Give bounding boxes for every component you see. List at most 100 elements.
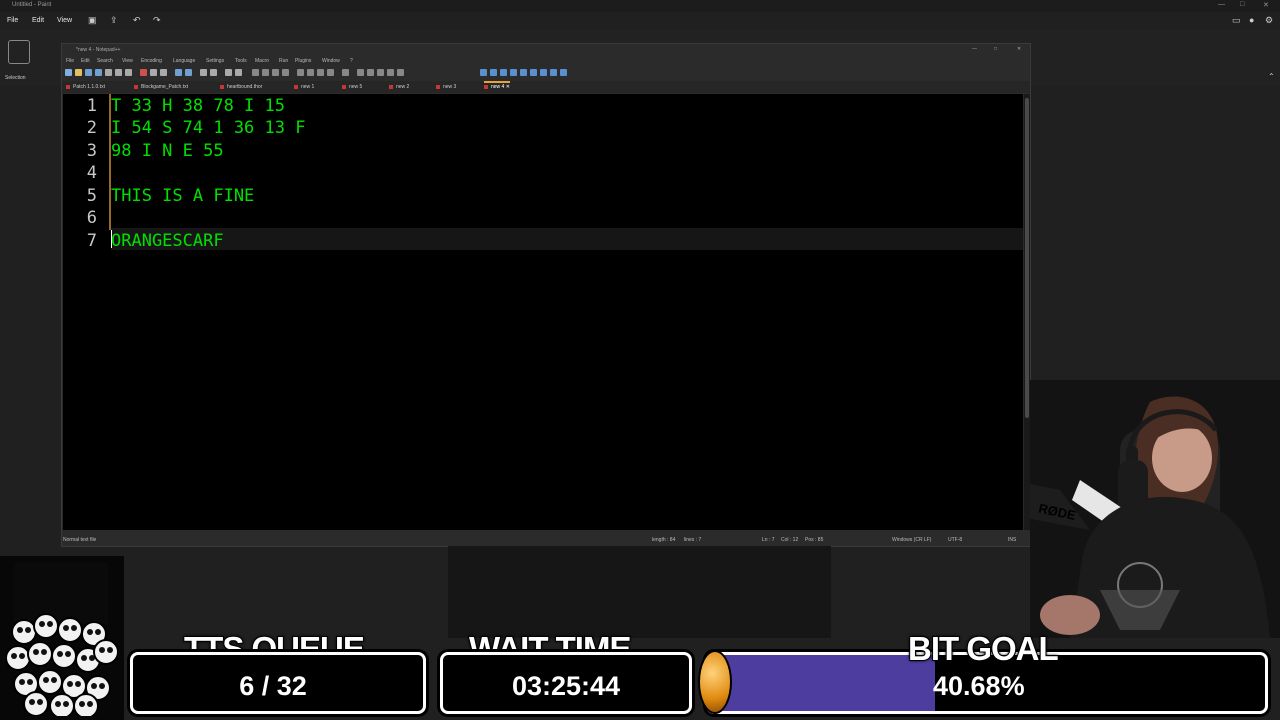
plugin-icon-1[interactable] — [480, 69, 487, 76]
close-file-icon[interactable] — [105, 69, 112, 76]
show-all-chars-icon[interactable] — [272, 69, 279, 76]
npp-menu-window[interactable]: Window — [322, 58, 340, 64]
line-number: 7 — [86, 231, 97, 251]
zoom-in-icon[interactable] — [225, 69, 232, 76]
save-macro-icon[interactable] — [397, 69, 404, 76]
emote-eye — [43, 677, 49, 683]
npp-menu-tools[interactable]: Tools — [235, 58, 247, 64]
editor-area[interactable]: 1 2 3 4 5 6 7 T 33 H 38 78 I 15 I 54 S 7… — [63, 94, 1023, 530]
code-line[interactable]: THIS IS A FINE — [111, 186, 254, 206]
tab-heartbound[interactable]: heartbound.thor — [220, 83, 262, 92]
paste-icon[interactable] — [160, 69, 167, 76]
plugin-icon-8[interactable] — [550, 69, 557, 76]
emote-eye — [79, 701, 85, 707]
cut-icon[interactable] — [140, 69, 147, 76]
npp-menu-help[interactable]: ? — [350, 58, 353, 64]
tab-new-2[interactable]: new 2 — [389, 83, 409, 92]
save-icon[interactable] — [85, 69, 92, 76]
chevron-up-icon[interactable]: ⌃ — [1268, 72, 1275, 81]
plugin-icon-2[interactable] — [490, 69, 497, 76]
comment-icon[interactable]: ▭ — [1232, 15, 1241, 26]
fold-icon[interactable] — [297, 69, 304, 76]
tab-label: Blockgame_Patch.txt — [141, 84, 188, 90]
emote-face — [23, 691, 49, 716]
print-icon[interactable] — [125, 69, 132, 76]
maximize-icon[interactable]: □ — [1240, 1, 1244, 8]
monitor-icon[interactable] — [342, 69, 349, 76]
scrollbar-thumb[interactable] — [1025, 98, 1029, 418]
folder-workspace-icon[interactable] — [327, 69, 334, 76]
code-line[interactable]: 98 I N E 55 — [111, 141, 224, 161]
word-wrap-icon[interactable] — [262, 69, 269, 76]
status-eol[interactable]: Windows (CR LF) — [892, 537, 931, 543]
npp-menu-settings[interactable]: Settings — [206, 58, 224, 64]
doc-map-icon[interactable] — [307, 69, 314, 76]
account-icon[interactable]: ● — [1249, 15, 1254, 25]
tab-new-3[interactable]: new 3 — [436, 83, 456, 92]
npp-menu-language[interactable]: Language — [173, 58, 195, 64]
stop-macro-icon[interactable] — [367, 69, 374, 76]
settings-icon[interactable]: ⚙ — [1265, 15, 1273, 26]
menu-file[interactable]: File — [7, 17, 18, 24]
tab-label: new 4 — [491, 84, 505, 90]
plugin-icon-4[interactable] — [510, 69, 517, 76]
emote-eye — [91, 683, 97, 689]
close-icon[interactable]: ✕ — [1263, 1, 1269, 9]
npp-maximize-icon[interactable]: □ — [994, 46, 997, 52]
tab-patch-1-1-0[interactable]: Patch 1.1.0.txt — [66, 83, 105, 92]
function-list-icon[interactable] — [317, 69, 324, 76]
wait-time-box: 03:25:44 — [440, 652, 692, 714]
save-icon[interactable]: ▣ — [88, 15, 97, 26]
new-file-icon[interactable] — [65, 69, 72, 76]
record-macro-icon[interactable] — [357, 69, 364, 76]
undo-icon[interactable] — [175, 69, 182, 76]
replace-icon[interactable] — [210, 69, 217, 76]
tab-close-icon[interactable]: ✕ — [506, 84, 510, 90]
menu-view[interactable]: View — [57, 17, 72, 24]
plugin-icon-6[interactable] — [530, 69, 537, 76]
indent-guide-icon[interactable] — [282, 69, 289, 76]
npp-close-icon[interactable]: ✕ — [1017, 46, 1021, 52]
tab-new-4[interactable]: new 4 ✕ — [484, 81, 510, 92]
tab-new-5[interactable]: new 5 — [342, 83, 362, 92]
npp-menu-search[interactable]: Search — [97, 58, 113, 64]
tab-new-1[interactable]: new 1 — [294, 83, 314, 92]
close-all-icon[interactable] — [115, 69, 122, 76]
plugin-icon-7[interactable] — [540, 69, 547, 76]
zoom-out-icon[interactable] — [235, 69, 242, 76]
redo-icon[interactable]: ↷ — [153, 15, 161, 26]
status-encoding[interactable]: UTF-8 — [948, 537, 962, 543]
npp-menu-run[interactable]: Run — [279, 58, 288, 64]
emote-face — [49, 693, 75, 716]
plugin-icon-3[interactable] — [500, 69, 507, 76]
code-line[interactable]: ORANGESCARF — [111, 231, 224, 251]
plugin-icon-9[interactable] — [560, 69, 567, 76]
selection-tool-icon[interactable] — [8, 40, 30, 64]
npp-menu-file[interactable]: File — [66, 58, 74, 64]
share-icon[interactable]: ⇪ — [110, 15, 118, 26]
copy-icon[interactable] — [150, 69, 157, 76]
npp-menu-view[interactable]: View — [122, 58, 133, 64]
redo-icon[interactable] — [185, 69, 192, 76]
saved-file-icon — [220, 84, 224, 89]
code-line[interactable]: I 54 S 74 1 36 13 F — [111, 118, 305, 138]
open-file-icon[interactable] — [75, 69, 82, 76]
code-line[interactable]: T 33 H 38 78 I 15 — [111, 96, 285, 116]
run-macro-icon[interactable] — [387, 69, 394, 76]
minimize-icon[interactable]: — — [1218, 1, 1225, 8]
find-icon[interactable] — [200, 69, 207, 76]
status-pos: Pos : 85 — [805, 537, 824, 543]
undo-icon[interactable]: ↶ — [133, 15, 141, 26]
sync-scroll-icon[interactable] — [252, 69, 259, 76]
npp-menu-encoding[interactable]: Encoding — [141, 58, 162, 64]
plugin-icon-5[interactable] — [520, 69, 527, 76]
menu-edit[interactable]: Edit — [32, 17, 44, 24]
npp-menu-edit[interactable]: Edit — [81, 58, 90, 64]
status-insert-mode[interactable]: INS — [1008, 537, 1016, 543]
npp-menu-plugins[interactable]: Plugins — [295, 58, 311, 64]
tab-blockgame-patch[interactable]: Blockgame_Patch.txt — [134, 83, 188, 92]
npp-menu-macro[interactable]: Macro — [255, 58, 269, 64]
npp-minimize-icon[interactable]: — — [972, 46, 977, 52]
save-all-icon[interactable] — [95, 69, 102, 76]
play-macro-icon[interactable] — [377, 69, 384, 76]
